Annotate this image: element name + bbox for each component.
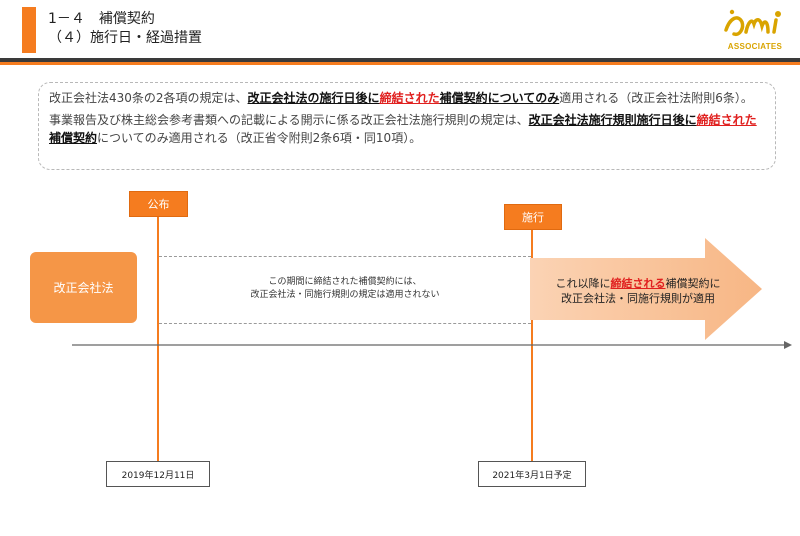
note-text-run: 改正会社法の施行日後に	[247, 91, 380, 105]
note-text-run: 締結された	[696, 113, 757, 127]
note-text-run: 締結された	[379, 91, 440, 105]
note-paragraph-1: 改正会社法430条の2各項の規定は、改正会社法の施行日後に締結された補償契約につ…	[49, 89, 765, 107]
note-paragraph-2: 事業報告及び株主総会参考書類への記載による開示に係る改正会社法施行規則の規定は、…	[49, 111, 765, 147]
application-note-line1: これ以降に締結される補償契約に	[538, 276, 738, 291]
application-note: これ以降に締結される補償契約に 改正会社法・同施行規則が適用	[538, 276, 738, 306]
period-note-line1: この期間に締結された補償契約には、	[268, 277, 422, 287]
period-note-line2: 改正会社法・同施行規則の規定は適用されない	[250, 290, 440, 300]
logo-mark-icon	[724, 9, 781, 37]
note-text-run: 補償契約	[49, 131, 98, 145]
note-text-run: 改正会社法施行規則施行日後に	[528, 113, 697, 127]
application-note-line2: 改正会社法・同施行規則が適用	[561, 292, 715, 305]
timeline-axis	[72, 341, 792, 349]
note-text-run: 事業報告及び株主総会参考書類への記載による開示に係る改正会社法施行規則の規定は、	[49, 113, 529, 127]
slide-title: 1－４ 補償契約 （４）施行日・経過措置	[48, 10, 202, 48]
logo-text: ASSOCIATES	[727, 42, 783, 51]
period-note: この期間に締結された補償契約には、 改正会社法・同施行規則の規定は適用されない	[160, 276, 530, 302]
promulgation-marker: 公布	[129, 191, 188, 217]
enforcement-date: 2021年3月1日予定	[478, 461, 586, 487]
note-text-run: 適用される（改正会社法附則6条）。	[559, 91, 753, 105]
note-text-run: 補償契約についてのみ	[439, 91, 560, 105]
header-accent-bar	[22, 7, 36, 53]
application-note-emphasis: 締結される	[610, 277, 666, 290]
law-box: 改正会社法	[30, 252, 137, 323]
note-text-run: 改正会社法430条の2各項の規定は、	[49, 91, 248, 105]
period-bottom-dashed-line	[159, 323, 531, 324]
slide-title-line1: 1－４ 補償契約	[48, 11, 155, 27]
promulgation-date: 2019年12月11日	[106, 461, 210, 487]
enforcement-marker: 施行	[504, 204, 562, 230]
application-note-pre: これ以降に	[555, 277, 611, 290]
application-note-post: 補償契約に	[665, 277, 721, 290]
period-top-dashed-line	[159, 256, 531, 257]
note-text-run: についてのみ適用される（改正省令附則2条6項・同10項）。	[97, 131, 422, 145]
header-band-orange	[0, 62, 800, 65]
note-box: 改正会社法430条の2各項の規定は、改正会社法の施行日後に締結された補償契約につ…	[38, 82, 776, 170]
slide-title-line2: （４）施行日・経過措置	[48, 30, 202, 46]
company-logo: ASSOCIATES	[720, 8, 790, 56]
